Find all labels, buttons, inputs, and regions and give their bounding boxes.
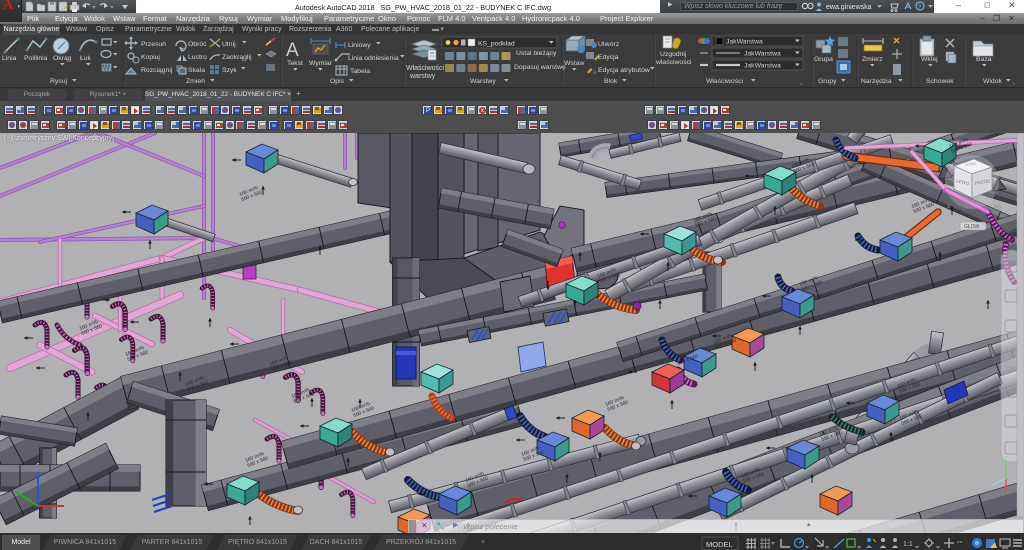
svg-text:Właściwości: Właściwości	[406, 65, 445, 72]
svg-text:Zmierz: Zmierz	[862, 56, 883, 63]
svg-text:a: a	[593, 70, 597, 76]
svg-text:Właściwości: Właściwości	[706, 78, 743, 85]
svg-text:Lustro: Lustro	[188, 54, 207, 61]
svg-text:Kopiuj: Kopiuj	[141, 54, 160, 61]
svg-text:Szyk: Szyk	[222, 67, 237, 74]
svg-text:Tabela: Tabela	[350, 68, 370, 75]
svg-text:Przesuń: Przesuń	[141, 41, 166, 48]
svg-text:Uzgodnij: Uzgodnij	[660, 51, 687, 58]
svg-text:°°: °°	[957, 540, 963, 548]
svg-text:Warstwy: Warstwy	[470, 78, 496, 85]
svg-text:Blok: Blok	[604, 78, 618, 85]
svg-text:Edycja atrybutów: Edycja atrybutów	[598, 67, 650, 74]
svg-text:KS_podkład: KS_podkład	[478, 41, 515, 48]
svg-text:Łuk: Łuk	[80, 55, 92, 62]
svg-text:Rozciągnij: Rozciągnij	[141, 67, 173, 74]
svg-text:warstwy: warstwy	[409, 73, 436, 80]
svg-text:JakWarstwa: JakWarstwa	[726, 39, 763, 46]
svg-text:Liniowy: Liniowy	[348, 42, 371, 49]
svg-text:Zmień: Zmień	[186, 78, 205, 85]
svg-text:GÓRA: GÓRA	[965, 161, 977, 167]
svg-text:Zaokrąglij: Zaokrąglij	[222, 54, 252, 61]
svg-text:Okrąg: Okrąg	[53, 55, 72, 62]
svg-text:Skala: Skala	[188, 67, 205, 74]
svg-text:Schowek: Schowek	[926, 78, 954, 85]
svg-text:⌞: ⌞	[1013, 80, 1016, 86]
svg-text:Rysuj: Rysuj	[50, 78, 67, 85]
svg-text:Utwórz: Utwórz	[598, 41, 620, 48]
svg-text:1:1: 1:1	[903, 541, 913, 548]
svg-text:MODEL: MODEL	[706, 540, 733, 549]
svg-text:GŁOW: GŁOW	[964, 224, 980, 230]
svg-text:Wymiar: Wymiar	[309, 60, 333, 67]
svg-text:Edycja: Edycja	[598, 54, 619, 61]
svg-text:A: A	[286, 40, 299, 61]
svg-text:Dopasuj warstwę: Dopasuj warstwę	[514, 64, 566, 71]
svg-text:Z: Z	[947, 204, 950, 210]
svg-text:Grupa: Grupa	[814, 56, 833, 63]
svg-text:Obróć: Obróć	[188, 41, 207, 48]
svg-text:ewa.giniewska: ewa.giniewska	[826, 4, 872, 11]
svg-text:Polilinia: Polilinia	[24, 55, 48, 62]
svg-text:Opis: Opis	[330, 78, 345, 85]
svg-text:PD: PD	[994, 205, 1001, 211]
svg-text:JakWarstwa: JakWarstwa	[744, 51, 781, 58]
svg-text:Ustal bieżący: Ustal bieżący	[516, 50, 557, 57]
svg-text:Wklej: Wklej	[921, 56, 938, 63]
svg-text:Narzędzia: Narzędzia	[861, 78, 892, 85]
svg-text:właściwości: właściwości	[655, 59, 692, 66]
svg-text:Tekst: Tekst	[287, 60, 303, 67]
svg-text:Wstaw: Wstaw	[564, 60, 584, 67]
svg-text:Linia odniesienia: Linia odniesienia	[348, 55, 399, 62]
svg-text:Linia: Linia	[2, 55, 17, 62]
svg-text:JakWarstwa: JakWarstwa	[744, 63, 781, 70]
svg-text:Utnij: Utnij	[222, 41, 236, 48]
svg-text:⌞: ⌞	[800, 80, 803, 86]
svg-text:Baza: Baza	[976, 56, 992, 63]
svg-text:Grupy: Grupy	[818, 78, 837, 85]
svg-text:Widok: Widok	[983, 78, 1002, 85]
